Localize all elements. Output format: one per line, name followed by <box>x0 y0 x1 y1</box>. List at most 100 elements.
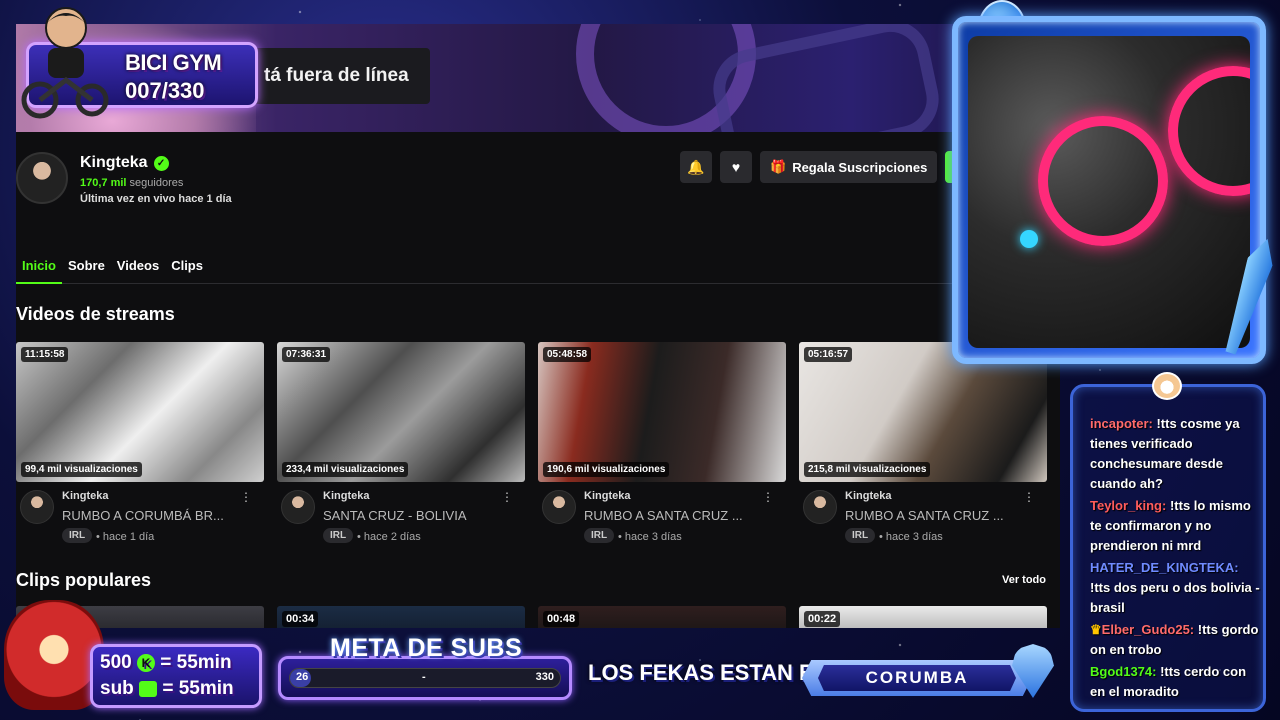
subs-goal-end: 330 <box>535 671 554 683</box>
verified-icon: ✓ <box>153 155 169 171</box>
sub-rate-amount: 500 <box>100 652 132 673</box>
channel-avatar[interactable] <box>16 152 68 204</box>
chat-text: !tts dos peru o dos bolivia - brasil <box>1090 580 1260 615</box>
author-avatar[interactable] <box>281 490 315 524</box>
chat-message: incapoter: !tts cosme ya tienes verifica… <box>1090 414 1260 494</box>
more-vertical-icon[interactable]: ⋮ <box>1023 490 1035 504</box>
chat-message: Teylor_king: !tts lo mismo te confirmaro… <box>1090 496 1260 556</box>
channel-name-row: Kingteka ✓ <box>80 154 169 172</box>
notification-button[interactable]: 🔔 <box>680 151 712 183</box>
video-duration: 07:36:31 <box>282 347 331 362</box>
chat-message: ♛Elber_Gudo25: !tts gordo on en trobo <box>1090 620 1260 660</box>
channel-tabs: Inicio Sobre Videos Clips <box>16 254 1060 284</box>
video-views: 215,8 mil visualizaciones <box>804 462 931 477</box>
chat-message: Bgod1374: !tts cerdo con en el moradito <box>1090 662 1260 702</box>
chat-username: Teylor_king: <box>1090 498 1167 513</box>
video-tag[interactable]: IRL <box>584 528 615 543</box>
clip-duration: 00:48 <box>543 611 580 627</box>
author-avatar[interactable] <box>542 490 576 524</box>
chat-username: Elber_Gudo25: <box>1101 622 1195 637</box>
video-info: Kingteka RUMBO A SANTA CRUZ ... IRL • ha… <box>538 488 786 552</box>
video-card[interactable]: 05:16:57 215,8 mil visualizaciones Kingt… <box>799 342 1047 552</box>
video-title[interactable]: RUMBO A SANTA CRUZ ... <box>845 508 1015 523</box>
subs-goal-separator: - <box>422 671 426 683</box>
video-thumbnail[interactable]: 05:48:58 190,6 mil visualizaciones <box>538 342 786 482</box>
clip-duration: 00:22 <box>804 611 841 627</box>
video-duration: 05:48:58 <box>543 347 592 362</box>
location-name: CORUMBA <box>818 665 1016 691</box>
crown-icon: ♛ <box>1090 622 1102 637</box>
chat-username: Bgod1374: <box>1090 664 1157 679</box>
video-tag[interactable]: IRL <box>62 528 93 543</box>
see-all-link[interactable]: Ver todo <box>1002 574 1046 586</box>
video-author[interactable]: Kingteka <box>584 490 630 502</box>
channel-header: Kingteka ✓ 170,7 mil seguidores Última v… <box>16 151 1060 212</box>
location-label: LOS FEKAS ESTAN EN: <box>588 660 837 685</box>
video-author[interactable]: Kingteka <box>62 490 108 502</box>
webcam-frame <box>952 16 1266 364</box>
chat-username: incapoter: <box>1090 416 1153 431</box>
gift-subs-button[interactable]: 🎁 Regala Suscripciones <box>760 151 938 183</box>
last-live-text: Última vez en vivo hace 1 día <box>80 193 232 205</box>
video-duration: 11:15:58 <box>21 347 69 362</box>
followers-count: 170,7 mil seguidores <box>80 177 183 189</box>
video-author[interactable]: Kingteka <box>323 490 369 502</box>
video-age: • hace 1 día <box>96 531 155 543</box>
favorite-button[interactable]: ♥ <box>720 151 752 183</box>
followers-number: 170,7 mil <box>80 177 127 189</box>
bell-icon: 🔔 <box>687 158 705 175</box>
video-title[interactable]: RUMBO A CORUMBÁ BR... <box>62 508 232 523</box>
sub-rate-value: = 55min <box>160 652 232 673</box>
streamer-bike-avatar <box>21 7 109 119</box>
video-info: Kingteka RUMBO A CORUMBÁ BR... IRL • hac… <box>16 488 264 552</box>
video-thumbnail[interactable]: 11:15:58 99,4 mil visualizaciones <box>16 342 264 482</box>
clip-thumbnail[interactable]: 00:22 <box>799 606 1047 628</box>
tab-inicio[interactable]: Inicio <box>16 254 62 284</box>
video-duration: 05:16:57 <box>804 347 853 362</box>
kick-channel-page: tá fuera de línea Kingteka ✓ 170,7 mil s… <box>16 24 1060 628</box>
video-card[interactable]: 07:36:31 233,4 mil visualizaciones Kingt… <box>277 342 525 552</box>
chat-message: HATER_DE_KINGTEKA: !tts dos peru o dos b… <box>1090 558 1260 618</box>
webcam-feed <box>968 36 1250 348</box>
video-age: • hace 3 días <box>879 531 943 543</box>
video-age: • hace 2 días <box>357 531 421 543</box>
subs-goal-track: 26 - 330 <box>289 668 561 688</box>
gift-icon <box>139 680 158 697</box>
video-card[interactable]: 05:48:58 190,6 mil visualizaciones Kingt… <box>538 342 786 552</box>
sub-rate-line-2: sub = 55min <box>100 678 234 700</box>
tab-clips[interactable]: Clips <box>165 254 209 284</box>
video-tag[interactable]: IRL <box>845 528 876 543</box>
subs-goal-start: 26 <box>296 671 309 683</box>
more-vertical-icon[interactable]: ⋮ <box>501 490 513 504</box>
gift-subs-label: Regala Suscripciones <box>792 159 928 175</box>
tab-videos[interactable]: Videos <box>111 254 165 284</box>
chat-username: HATER_DE_KINGTEKA: <box>1090 560 1239 575</box>
video-title[interactable]: SANTA CRUZ - BOLIVIA <box>323 508 493 523</box>
gift-icon: 🎁 <box>770 159 787 174</box>
video-author[interactable]: Kingteka <box>845 490 891 502</box>
channel-actions: 🔔 ♥ 🎁 Regala Suscripciones <box>680 151 962 183</box>
video-card[interactable]: 11:15:58 99,4 mil visualizaciones Kingte… <box>16 342 264 552</box>
clip-list: 00:34 00:48 00:22 <box>16 606 1060 628</box>
author-avatar[interactable] <box>803 490 837 524</box>
video-info: Kingteka RUMBO A SANTA CRUZ ... IRL • ha… <box>799 488 1047 552</box>
neon-ring <box>1038 116 1168 246</box>
clip-thumbnail[interactable]: 00:34 <box>277 606 525 628</box>
offline-message: tá fuera de línea <box>246 48 430 104</box>
neon-ring <box>1168 66 1250 196</box>
video-title[interactable]: RUMBO A SANTA CRUZ ... <box>584 508 754 523</box>
more-vertical-icon[interactable]: ⋮ <box>762 490 774 504</box>
heart-icon: ♥ <box>731 159 741 175</box>
channel-name[interactable]: Kingteka <box>80 154 148 172</box>
video-tag[interactable]: IRL <box>323 528 354 543</box>
video-thumbnail[interactable]: 07:36:31 233,4 mil visualizaciones <box>277 342 525 482</box>
clip-thumbnail[interactable]: 00:48 <box>538 606 786 628</box>
author-avatar[interactable] <box>20 490 54 524</box>
hamster-icon <box>1152 372 1182 400</box>
video-info: Kingteka SANTA CRUZ - BOLIVIA IRL • hace… <box>277 488 525 552</box>
tab-sobre[interactable]: Sobre <box>62 254 111 284</box>
clips-section-title: Clips populares <box>16 570 152 590</box>
more-vertical-icon[interactable]: ⋮ <box>240 490 252 504</box>
video-views: 233,4 mil visualizaciones <box>282 462 409 477</box>
sub-rate-sub-label: sub <box>100 678 134 699</box>
